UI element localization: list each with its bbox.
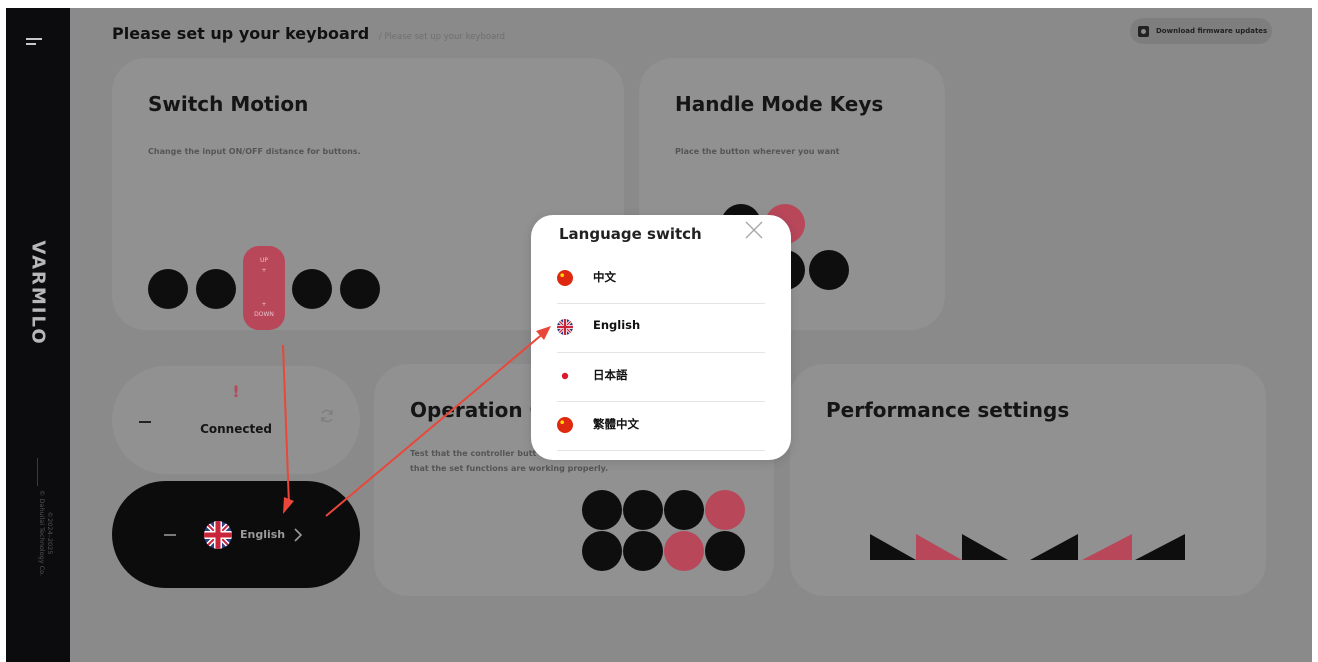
connection-status-label: Connected <box>200 422 272 436</box>
key-dot <box>623 490 663 530</box>
performance-settings-card[interactable]: Performance settings <box>790 364 1266 596</box>
key-dot <box>196 269 236 309</box>
triangle-shape <box>916 534 962 560</box>
language-selector[interactable]: English <box>112 481 360 588</box>
copyright-line: © Dahuilai Technology Co. <box>38 489 46 577</box>
key-dot <box>705 531 745 571</box>
travel-slider[interactable]: UP + + DOWN <box>243 246 285 330</box>
china-flag-icon <box>557 417 573 433</box>
copyright-text: ©2024–2025 © Dahuilai Technology Co. <box>38 490 54 576</box>
key-dot <box>705 490 745 530</box>
key-dot <box>582 531 622 571</box>
warning-icon: ! <box>232 382 240 401</box>
key-dot <box>582 490 622 530</box>
connection-status-card: ! Connected <box>112 366 360 474</box>
triangle-shape <box>962 534 1008 560</box>
slider-down-arrow: + <box>261 301 267 308</box>
language-switch-dialog: Language switch 中文 English 日本語 繁體中文 <box>531 215 791 460</box>
page-title-text: Please set up your keyboard <box>112 24 370 43</box>
card-title: Performance settings <box>826 398 1070 422</box>
sidebar: VARMILO ©2024–2025 © Dahuilai Technology… <box>6 8 70 662</box>
card-description: Place the button wherever you want <box>675 147 840 156</box>
key-dot <box>664 490 704 530</box>
triangle-shape <box>1030 534 1078 560</box>
key-dot <box>340 269 380 309</box>
card-title: Switch Motion <box>148 92 309 116</box>
uk-flag-icon <box>204 521 232 549</box>
language-option-english[interactable]: English <box>557 304 765 353</box>
download-icon <box>1138 25 1149 37</box>
chevron-right-icon[interactable] <box>292 527 304 543</box>
current-language-label: English <box>240 528 286 541</box>
slider-up-label: UP <box>259 257 268 264</box>
language-option-label: English <box>593 318 641 332</box>
download-firmware-button[interactable]: Download firmware updates <box>1130 18 1272 44</box>
china-flag-icon <box>557 270 573 286</box>
language-option-label: 日本語 <box>593 368 628 382</box>
triangle-shape <box>870 534 916 560</box>
card-title: Operation C <box>410 398 545 422</box>
key-dot <box>664 531 704 571</box>
slider-up-arrow: + <box>261 267 267 274</box>
key-dot <box>809 250 849 290</box>
copyright-line: ©2024–2025 <box>46 511 54 555</box>
page-subtitle: / Please set up your keyboard <box>378 32 506 42</box>
uk-flag-icon <box>557 319 573 335</box>
language-option-traditional-chinese[interactable]: 繁體中文 <box>557 402 765 451</box>
close-icon[interactable] <box>743 219 765 241</box>
triangle-shape <box>1135 534 1185 560</box>
language-option-chinese[interactable]: 中文 <box>557 255 765 304</box>
key-dot <box>148 269 188 309</box>
brand-logo: VARMILO <box>27 240 49 346</box>
minimize-line[interactable] <box>164 534 176 536</box>
card-description: Change the input ON/OFF distance for but… <box>148 147 361 156</box>
sidebar-divider <box>37 458 38 486</box>
language-option-label: 中文 <box>593 270 616 284</box>
dialog-title: Language switch <box>559 225 702 243</box>
triangle-shape <box>1082 534 1132 560</box>
key-dot <box>623 531 663 571</box>
japan-flag-icon <box>557 368 573 384</box>
download-firmware-label: Download firmware updates <box>1156 27 1268 35</box>
card-title: Handle Mode Keys <box>675 92 884 116</box>
slider-down-label: DOWN <box>254 311 274 318</box>
card-description-line: that the set functions are working prope… <box>410 464 609 473</box>
menu-icon[interactable] <box>26 38 44 48</box>
language-option-label: 繁體中文 <box>593 417 639 431</box>
page-title: Please set up your keyboard / Please set… <box>112 24 505 43</box>
key-dot <box>292 269 332 309</box>
language-option-japanese[interactable]: 日本語 <box>557 353 765 402</box>
refresh-icon[interactable] <box>319 408 335 424</box>
